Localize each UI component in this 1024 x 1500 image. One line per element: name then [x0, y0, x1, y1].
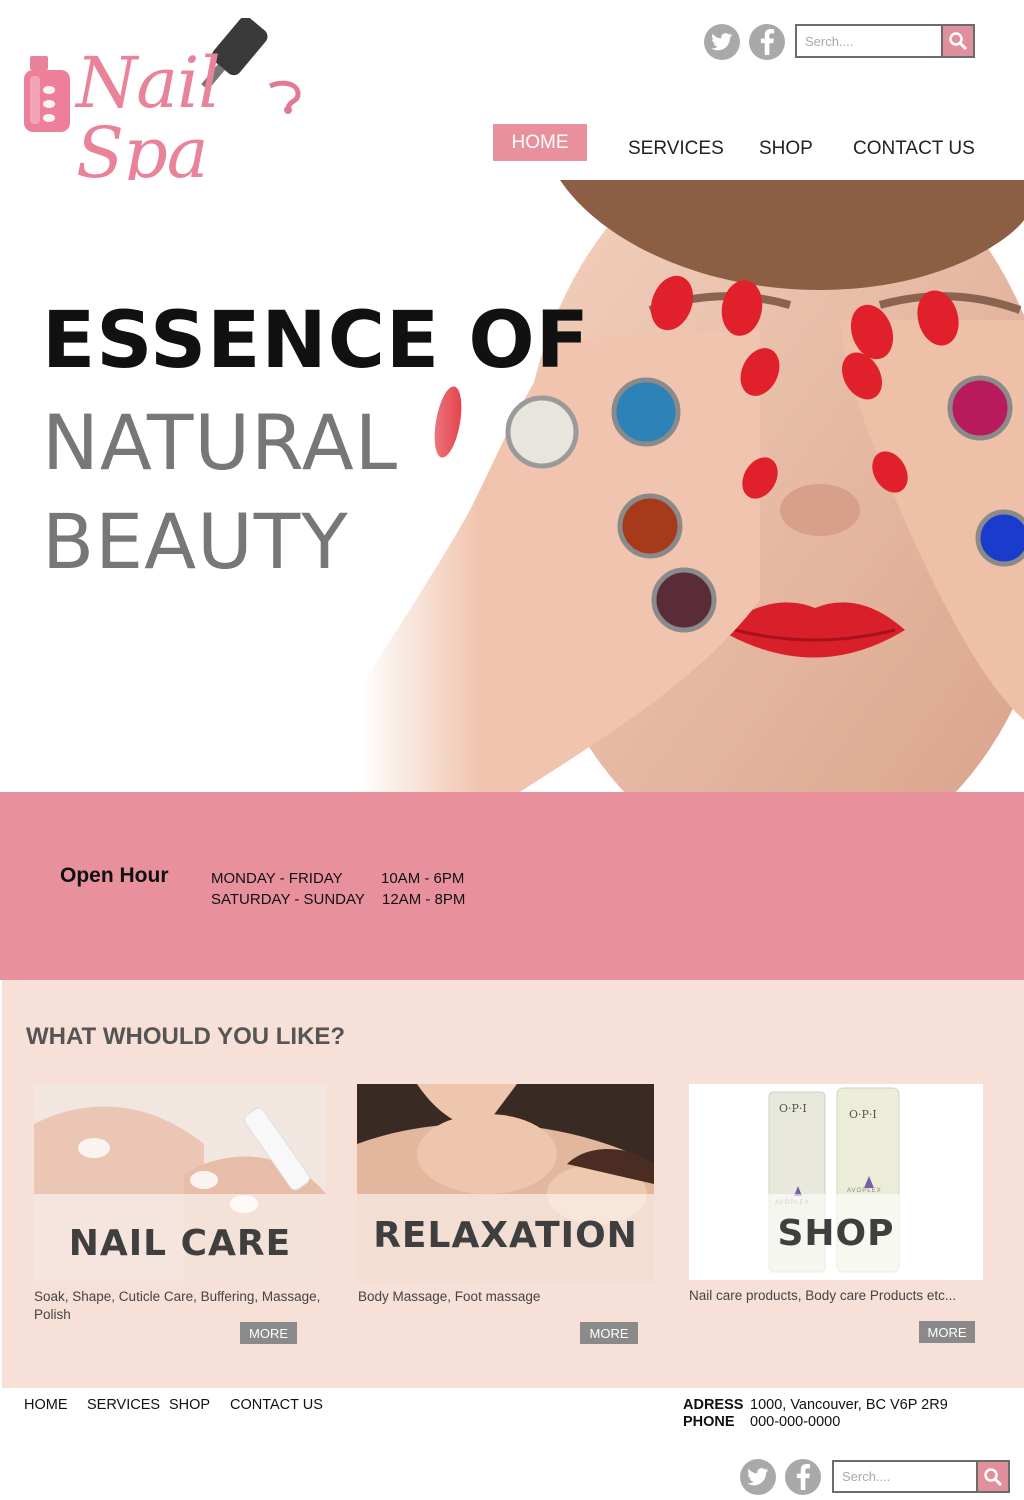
logo[interactable]: Nail Spa: [22, 16, 312, 188]
footer-nav-home[interactable]: HOME: [24, 1397, 68, 1413]
nav-services[interactable]: SERVICES: [628, 138, 724, 160]
shop-desc: Nail care products, Body care Products e…: [689, 1288, 957, 1303]
facebook-button[interactable]: [749, 24, 785, 60]
nail-care-desc: Soak, Shape, Cuticle Care, Buffering, Ma…: [34, 1289, 321, 1322]
shop-more-button[interactable]: MORE: [919, 1321, 975, 1343]
nav-shop[interactable]: SHOP: [759, 138, 813, 160]
shop-title: SHOP: [777, 1212, 895, 1254]
shop-overlay: SHOP: [689, 1194, 983, 1280]
product-brand-1: O·P·I: [779, 1102, 807, 1115]
product-brand-2: O·P·I: [849, 1108, 877, 1121]
nav-contact[interactable]: CONTACT US: [853, 138, 975, 160]
hours-time-weekend: 12AM - 8PM: [382, 891, 466, 908]
search-button[interactable]: [941, 26, 973, 56]
footer-twitter-button[interactable]: [740, 1459, 776, 1495]
footer-search-button[interactable]: [976, 1462, 1008, 1491]
nail-care-card[interactable]: NAIL CARE: [34, 1084, 326, 1281]
hero-title-line1: ESSENCE OF: [42, 296, 590, 386]
address-label: ADRESS: [683, 1397, 744, 1413]
search-input[interactable]: [797, 26, 941, 56]
nail-care-more-button[interactable]: MORE: [240, 1322, 297, 1344]
facebook-icon: [796, 1464, 811, 1490]
address-value: 1000, Vancouver, BC V6P 2R9: [750, 1397, 948, 1413]
logo-text: Nail Spa: [76, 42, 221, 194]
footer-nav-contact[interactable]: CONTACT US: [230, 1397, 323, 1413]
hours-time-weekday: 10AM - 6PM: [381, 870, 465, 887]
header-search: [795, 24, 975, 58]
hours-days-weekday: MONDAY - FRIDAY: [211, 870, 343, 887]
twitter-icon: [711, 33, 733, 51]
services-heading: WHAT WHOULD YOU LIKE?: [26, 1023, 346, 1050]
twitter-icon: [747, 1468, 769, 1486]
relaxation-card[interactable]: RELAXATION: [357, 1084, 654, 1283]
nail-care-overlay: NAIL CARE: [34, 1194, 326, 1281]
relaxation-title: RELAXATION: [373, 1215, 638, 1256]
relaxation-more-button[interactable]: MORE: [580, 1322, 638, 1344]
hero-title-line2: NATURAL: [42, 398, 399, 487]
twitter-button[interactable]: [704, 24, 740, 60]
nail-care-title: NAIL CARE: [68, 1223, 292, 1264]
hero-title-line3: BEAUTY: [42, 497, 349, 586]
footer-facebook-button[interactable]: [785, 1459, 821, 1495]
footer-nav-shop[interactable]: SHOP: [169, 1397, 210, 1413]
phone-value: 000-000-0000: [750, 1414, 841, 1430]
nav-home[interactable]: HOME: [493, 124, 587, 161]
open-hours-title: Open Hour: [60, 864, 169, 887]
footer-nav-services[interactable]: SERVICES: [87, 1397, 160, 1413]
hours-days-weekend: SATURDAY - SUNDAY: [211, 891, 365, 908]
facebook-icon: [760, 29, 775, 55]
relaxation-overlay: RELAXATION: [357, 1194, 654, 1283]
footer-search-input[interactable]: [834, 1462, 976, 1491]
search-icon: [949, 32, 968, 51]
footer-search: [832, 1460, 1010, 1493]
phone-label: PHONE: [683, 1414, 735, 1430]
shop-card[interactable]: O·P·I O·P·I AVOPLEX AVOPLEX SHOP: [689, 1084, 983, 1280]
search-icon: [984, 1467, 1003, 1486]
relaxation-desc: Body Massage, Foot massage: [358, 1289, 541, 1304]
